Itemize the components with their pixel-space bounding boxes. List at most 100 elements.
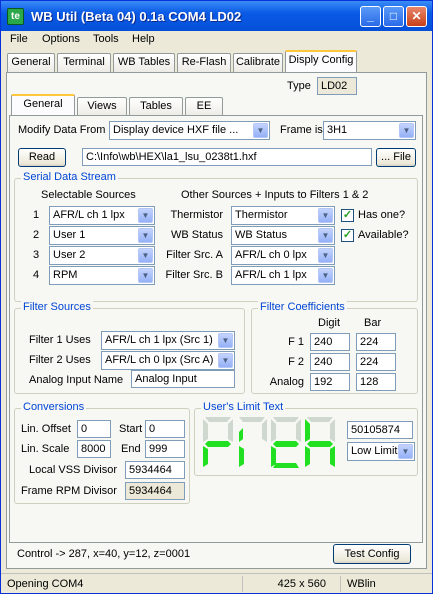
coeff-bar-analog[interactable]: 128 bbox=[356, 373, 396, 391]
other-select-3[interactable]: AFR/L ch 0 lpx ▼ bbox=[231, 246, 335, 265]
has-one-checkbox[interactable]: ✓ bbox=[341, 209, 354, 222]
main-panel: Type LD02 General Views Tables EE Modify… bbox=[6, 72, 427, 569]
source-select-1[interactable]: AFR/L ch 1 lpx ▼ bbox=[49, 206, 155, 225]
chevron-down-icon: ▼ bbox=[138, 208, 153, 223]
available-checkbox[interactable]: ✓ bbox=[341, 229, 354, 242]
lin-offset-input[interactable]: 0 bbox=[77, 420, 111, 438]
limit-title: User's Limit Text bbox=[201, 401, 286, 413]
has-one-label: Has one? bbox=[358, 209, 406, 221]
other-label-2: WB Status bbox=[171, 229, 223, 241]
status-size: 425 x 560 bbox=[245, 576, 341, 592]
other-label-3: Filter Src. A bbox=[166, 249, 223, 261]
file-button[interactable]: ... File bbox=[376, 148, 416, 167]
control-text: Control -> 287, x=40, y=12, z=0001 bbox=[17, 548, 191, 560]
modify-label: Modify Data From bbox=[18, 124, 106, 136]
other-header: Other Sources + Inputs to Filters 1 & 2 bbox=[181, 189, 369, 201]
chevron-down-icon: ▼ bbox=[318, 228, 333, 243]
tab-general[interactable]: General bbox=[7, 53, 55, 72]
unlit-segments bbox=[203, 417, 335, 442]
lin-scale-label: Lin. Scale bbox=[21, 443, 70, 455]
source-select-3[interactable]: User 2 ▼ bbox=[49, 246, 155, 265]
coeff-digit-f1[interactable]: 240 bbox=[310, 333, 350, 351]
coeff-bar-f1[interactable]: 224 bbox=[356, 333, 396, 351]
filter-coeff-title: Filter Coefficients bbox=[258, 301, 347, 313]
source-value-1: AFR/L ch 1 lpx bbox=[53, 209, 125, 221]
source-select-4[interactable]: RPM ▼ bbox=[49, 266, 155, 285]
limit-select[interactable]: Low Limit ▼ bbox=[347, 442, 415, 461]
test-config-button[interactable]: Test Config bbox=[333, 544, 411, 564]
menu-file[interactable]: File bbox=[10, 33, 28, 45]
coeff-digit-f2[interactable]: 240 bbox=[310, 353, 350, 371]
menu-tools[interactable]: Tools bbox=[93, 33, 119, 45]
other-value-2: WB Status bbox=[235, 229, 287, 241]
tab-terminal[interactable]: Terminal bbox=[57, 53, 111, 72]
analog-name-label: Analog Input Name bbox=[29, 374, 124, 386]
filter1-label: Filter 1 Uses bbox=[29, 334, 91, 346]
available-label: Available? bbox=[358, 229, 409, 241]
other-value-3: AFR/L ch 0 lpx bbox=[235, 249, 307, 261]
tab-calibrate[interactable]: Calibrate bbox=[233, 53, 283, 72]
other-select-4[interactable]: AFR/L ch 1 lpx ▼ bbox=[231, 266, 335, 285]
analog-name-input[interactable]: Analog Input bbox=[131, 370, 235, 388]
tab-wb-tables[interactable]: WB Tables bbox=[113, 53, 175, 72]
read-button[interactable]: Read bbox=[18, 148, 66, 167]
coeff-bar-f2[interactable]: 224 bbox=[356, 353, 396, 371]
modify-select[interactable]: Display device HXF file ... ▼ bbox=[109, 121, 270, 140]
modify-value: Display device HXF file ... bbox=[113, 124, 239, 136]
frame-label: Frame is bbox=[280, 124, 323, 136]
coeff-label-analog: Analog bbox=[269, 376, 304, 388]
app-icon: te bbox=[7, 8, 24, 25]
menu-help[interactable]: Help bbox=[132, 33, 155, 45]
limit-code-input[interactable]: 50105874 bbox=[347, 421, 413, 439]
filter2-select[interactable]: AFR/L ch 0 lpx (Src A) ▼ bbox=[101, 351, 235, 370]
end-input[interactable]: 999 bbox=[145, 440, 185, 458]
source-value-2: User 1 bbox=[53, 229, 86, 241]
limit-group: User's Limit Text 50105874 Low Limit▼ rI… bbox=[194, 401, 418, 476]
chevron-down-icon: ▼ bbox=[218, 353, 233, 368]
start-label: Start bbox=[119, 423, 143, 435]
other-value-4: AFR/L ch 1 lpx bbox=[235, 269, 307, 281]
col-bar: Bar bbox=[364, 317, 382, 329]
tab-reflash[interactable]: Re-Flash bbox=[177, 53, 231, 72]
conversions-group: Conversions Lin. Offset 0 Start 0 Lin. S… bbox=[14, 401, 190, 504]
source-value-4: RPM bbox=[53, 269, 78, 281]
other-select-1[interactable]: Thermistor ▼ bbox=[231, 206, 335, 225]
vss-input[interactable]: 5934464 bbox=[125, 461, 185, 479]
source-num-1: 1 bbox=[33, 209, 40, 221]
chevron-down-icon: ▼ bbox=[138, 228, 153, 243]
other-label-1: Thermistor bbox=[170, 209, 223, 221]
type-value: LD02 bbox=[317, 77, 357, 95]
menu-options[interactable]: Options bbox=[42, 33, 80, 45]
rpm-label: Frame RPM Divisor bbox=[21, 485, 117, 497]
other-select-2[interactable]: WB Status ▼ bbox=[231, 226, 335, 245]
frame-select[interactable]: 3H1 ▼ bbox=[323, 121, 416, 140]
display-text-segments bbox=[203, 419, 335, 468]
lin-scale-input[interactable]: 8000 bbox=[77, 440, 111, 458]
end-label: End bbox=[121, 443, 141, 455]
subtab-general[interactable]: General bbox=[11, 94, 75, 116]
serial-title: Serial Data Stream bbox=[21, 171, 118, 183]
minimize-button[interactable]: _ bbox=[360, 6, 381, 27]
start-input[interactable]: 0 bbox=[145, 420, 185, 438]
maximize-button[interactable]: □ bbox=[383, 6, 404, 27]
vss-label: Local VSS Divisor bbox=[29, 464, 118, 476]
subtab-ee[interactable]: EE bbox=[185, 97, 223, 116]
selectable-header: Selectable Sources bbox=[41, 189, 136, 201]
subtab-views[interactable]: Views bbox=[77, 97, 127, 116]
chevron-down-icon: ▼ bbox=[318, 268, 333, 283]
subtab-tables[interactable]: Tables bbox=[129, 97, 183, 116]
filter-sources-group: Filter Sources Filter 1 Uses AFR/L ch 1 … bbox=[14, 301, 245, 394]
chevron-down-icon: ▼ bbox=[399, 123, 414, 138]
sub-tabs: General Views Tables EE bbox=[11, 94, 421, 117]
menu-bar: File Options Tools Help bbox=[1, 31, 432, 49]
file-path-input[interactable]: C:\Info\wb\HEX\la1_lsu_0238t1.hxf bbox=[82, 148, 372, 166]
filter1-select[interactable]: AFR/L ch 1 lpx (Src 1) ▼ bbox=[101, 331, 235, 350]
coeff-digit-analog[interactable]: 192 bbox=[310, 373, 350, 391]
close-button[interactable]: ✕ bbox=[406, 6, 427, 27]
rpm-input: 5934464 bbox=[125, 482, 185, 500]
tab-disply-config[interactable]: Disply Config bbox=[285, 50, 357, 72]
main-tabs: General Terminal WB Tables Re-Flash Cali… bbox=[7, 50, 427, 73]
frame-value: 3H1 bbox=[327, 124, 348, 136]
source-select-2[interactable]: User 1 ▼ bbox=[49, 226, 155, 245]
limit-select-value: Low Limit bbox=[351, 445, 398, 457]
